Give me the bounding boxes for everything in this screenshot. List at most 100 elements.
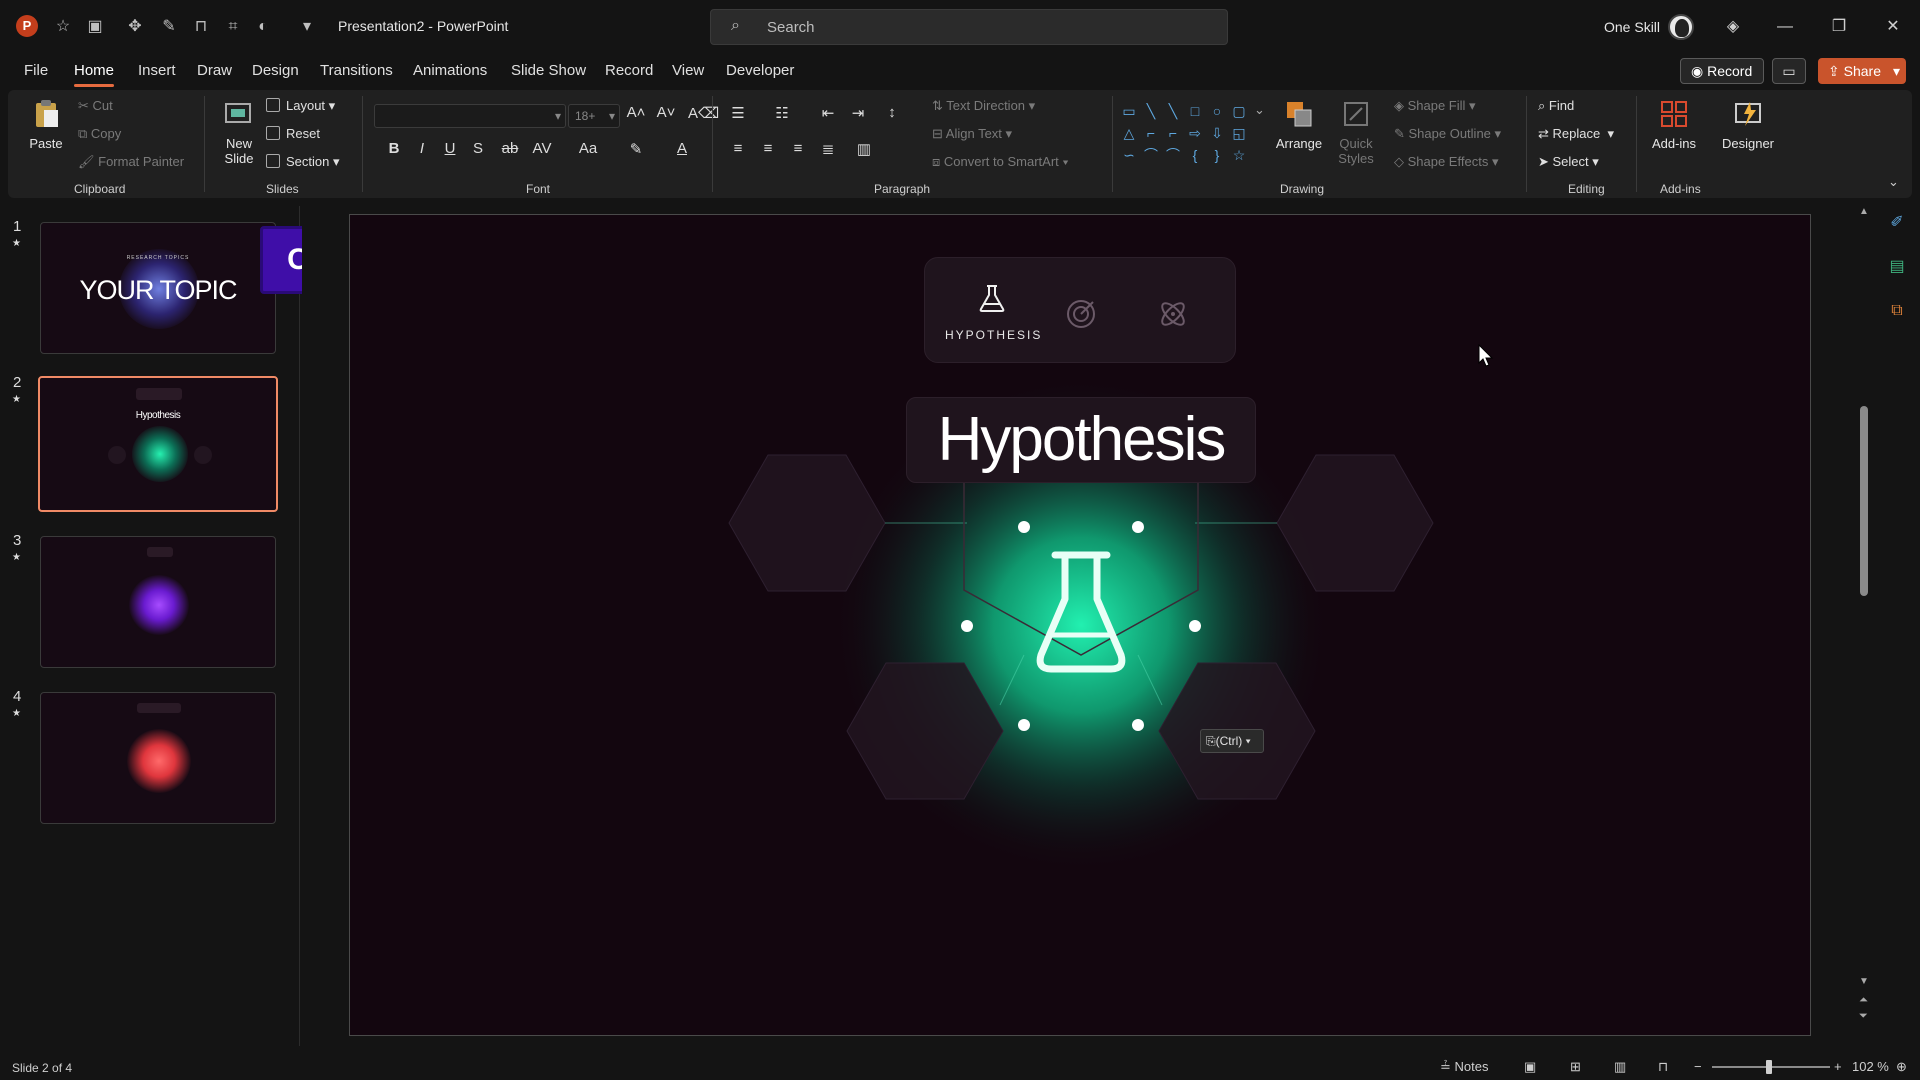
- find-button[interactable]: ⌕ Find: [1538, 98, 1574, 114]
- format-painter-button[interactable]: 🖌 Format Painter: [78, 154, 184, 170]
- tab-record[interactable]: Record: [605, 62, 653, 79]
- search-input[interactable]: [765, 16, 1205, 38]
- brace-left-shape-icon[interactable]: {: [1186, 146, 1204, 164]
- vertical-scrollbar[interactable]: ▲ ▼ ⏶ ⏷: [1856, 206, 1874, 1036]
- close-button[interactable]: ✕: [1878, 14, 1908, 40]
- star-shape-icon[interactable]: ☆: [1230, 146, 1248, 164]
- resize-handle[interactable]: [961, 620, 973, 632]
- pen-tool-icon[interactable]: ✐: [1884, 210, 1910, 236]
- slideshow-view-icon[interactable]: ⊓: [1658, 1059, 1668, 1075]
- highlight-icon[interactable]: ✎: [626, 140, 646, 160]
- text-direction-button[interactable]: ⇅ Text Direction ▾: [932, 98, 1035, 114]
- align-center-icon[interactable]: ≡: [758, 140, 778, 160]
- tab-design[interactable]: Design: [252, 62, 299, 79]
- arrow-down-shape-icon[interactable]: ⇩: [1208, 124, 1226, 142]
- tab-view[interactable]: View: [672, 62, 704, 79]
- minimize-button[interactable]: —: [1770, 14, 1800, 40]
- slide-thumbnail-3[interactable]: [40, 536, 276, 668]
- qa-crop-icon[interactable]: ⌗: [222, 16, 244, 38]
- shapes-more-icon[interactable]: ⌄: [1254, 102, 1265, 118]
- font-name-box[interactable]: ▾: [374, 104, 566, 128]
- shape-effects-button[interactable]: ◇ Shape Effects ▾: [1394, 154, 1498, 170]
- qa-pen-icon[interactable]: ✎: [158, 16, 180, 38]
- resize-handle[interactable]: [1132, 719, 1144, 731]
- arrange-button[interactable]: Arrange: [1272, 98, 1326, 151]
- collapse-ribbon-icon[interactable]: ⌄: [1888, 174, 1899, 190]
- align-text-button[interactable]: ⊟ Align Text ▾: [932, 126, 1012, 142]
- resize-handle[interactable]: [1132, 521, 1144, 533]
- select-button[interactable]: ➤ Select ▾: [1538, 154, 1599, 170]
- resize-handle[interactable]: [1018, 719, 1030, 731]
- comments-pane-icon[interactable]: ▤: [1884, 254, 1910, 280]
- slide-thumbnail-4[interactable]: [40, 692, 276, 824]
- shadow-button[interactable]: S: [468, 140, 488, 160]
- design-pane-icon[interactable]: ⧉: [1884, 298, 1910, 324]
- tab-animations[interactable]: Animations: [413, 62, 487, 79]
- normal-view-icon[interactable]: ▣: [1524, 1059, 1536, 1075]
- account-name[interactable]: One Skill: [1604, 19, 1660, 35]
- comment-button[interactable]: ▭: [1772, 58, 1806, 84]
- notes-button[interactable]: ≟ Notes: [1440, 1059, 1488, 1075]
- customize-qat-icon[interactable]: ▾: [296, 16, 318, 38]
- char-spacing-button[interactable]: AV: [530, 140, 554, 160]
- align-left-icon[interactable]: ≡: [728, 140, 748, 160]
- connector-shape-icon[interactable]: ⌐: [1142, 124, 1160, 142]
- reading-view-icon[interactable]: ▥: [1614, 1059, 1626, 1075]
- layout-button[interactable]: Layout ▾: [266, 98, 335, 114]
- slide-canvas[interactable]: HYPOTHESIS Hypothesis ⎘(Ctrl) ▾: [349, 214, 1811, 1036]
- flask-icon[interactable]: [976, 282, 1008, 314]
- atom-icon[interactable]: [1157, 298, 1189, 330]
- qa-effect-icon[interactable]: ◐: [252, 16, 274, 38]
- tab-slide-show[interactable]: Slide Show: [511, 62, 586, 79]
- bullets-icon[interactable]: ☰: [728, 104, 748, 124]
- slide-sorter-icon[interactable]: ⊞: [1570, 1059, 1581, 1075]
- increase-font-icon[interactable]: A˄: [626, 104, 646, 124]
- tab-file[interactable]: File: [24, 62, 48, 79]
- quick-styles-button[interactable]: Quick Styles: [1332, 98, 1380, 166]
- scroll-down-icon[interactable]: ▼: [1859, 976, 1869, 987]
- connector-shape-icon[interactable]: ⌐: [1164, 124, 1182, 142]
- next-slide-icon[interactable]: ⏷: [1859, 1010, 1868, 1023]
- shape-outline-button[interactable]: ✎ Shape Outline ▾: [1394, 126, 1501, 142]
- flowchart-shape-icon[interactable]: ◱: [1230, 124, 1248, 142]
- slide-thumbnail-2[interactable]: Hypothesis: [38, 376, 278, 512]
- freeform-shape-icon[interactable]: ∽: [1120, 146, 1138, 164]
- shape-fill-button[interactable]: ◈ Shape Fill ▾: [1394, 98, 1476, 114]
- avatar[interactable]: [1668, 14, 1694, 40]
- search-box[interactable]: ⌕: [710, 9, 1228, 45]
- brace-right-shape-icon[interactable]: }: [1208, 146, 1226, 164]
- convert-smartart-button[interactable]: ⧈ Convert to SmartArt ▾: [932, 154, 1069, 170]
- underline-button[interactable]: U: [440, 140, 460, 160]
- columns-icon[interactable]: ▥: [854, 140, 874, 160]
- resize-handle[interactable]: [1189, 620, 1201, 632]
- zoom-out-icon[interactable]: −: [1694, 1059, 1702, 1074]
- add-ins-button[interactable]: Add-ins: [1644, 98, 1704, 151]
- justify-icon[interactable]: ≣: [818, 140, 838, 160]
- change-case-button[interactable]: Aa: [576, 140, 600, 160]
- tab-home[interactable]: Home: [74, 62, 115, 87]
- target-icon[interactable]: [1065, 298, 1097, 330]
- triangle-shape-icon[interactable]: △: [1120, 124, 1138, 142]
- zoom-in-icon[interactable]: +: [1834, 1059, 1842, 1074]
- diamond-icon[interactable]: ◈: [1718, 14, 1748, 40]
- record-button[interactable]: ◉ Record: [1680, 58, 1764, 84]
- strikethrough-button[interactable]: ab: [498, 140, 522, 160]
- zoom-slider-thumb[interactable]: [1766, 1060, 1772, 1074]
- zoom-level[interactable]: 102 %: [1852, 1059, 1889, 1074]
- italic-button[interactable]: I: [412, 140, 432, 160]
- title-box[interactable]: Hypothesis: [906, 397, 1256, 483]
- oval-shape-icon[interactable]: ○: [1208, 102, 1226, 120]
- fit-to-window-icon[interactable]: ⊕: [1896, 1059, 1907, 1075]
- slide-thumbnail-1[interactable]: RESEARCH TOPICS YOUR TOPIC: [40, 222, 276, 354]
- textbox-shape-icon[interactable]: ▭: [1120, 102, 1138, 120]
- qa-shape-icon[interactable]: ✥: [124, 16, 146, 38]
- tab-insert[interactable]: Insert: [138, 62, 176, 79]
- line-shape-icon[interactable]: ╲: [1164, 102, 1182, 120]
- arrow-right-shape-icon[interactable]: ⇨: [1186, 124, 1204, 142]
- rectangle-shape-icon[interactable]: □: [1186, 102, 1204, 120]
- curve-shape-icon[interactable]: ⌒: [1164, 146, 1182, 164]
- qa-present-icon[interactable]: ⊓: [190, 16, 212, 38]
- reset-button[interactable]: Reset: [266, 126, 320, 141]
- copy-button[interactable]: ⧉ Copy: [78, 126, 121, 142]
- previous-slide-icon[interactable]: ⏶: [1859, 994, 1868, 1007]
